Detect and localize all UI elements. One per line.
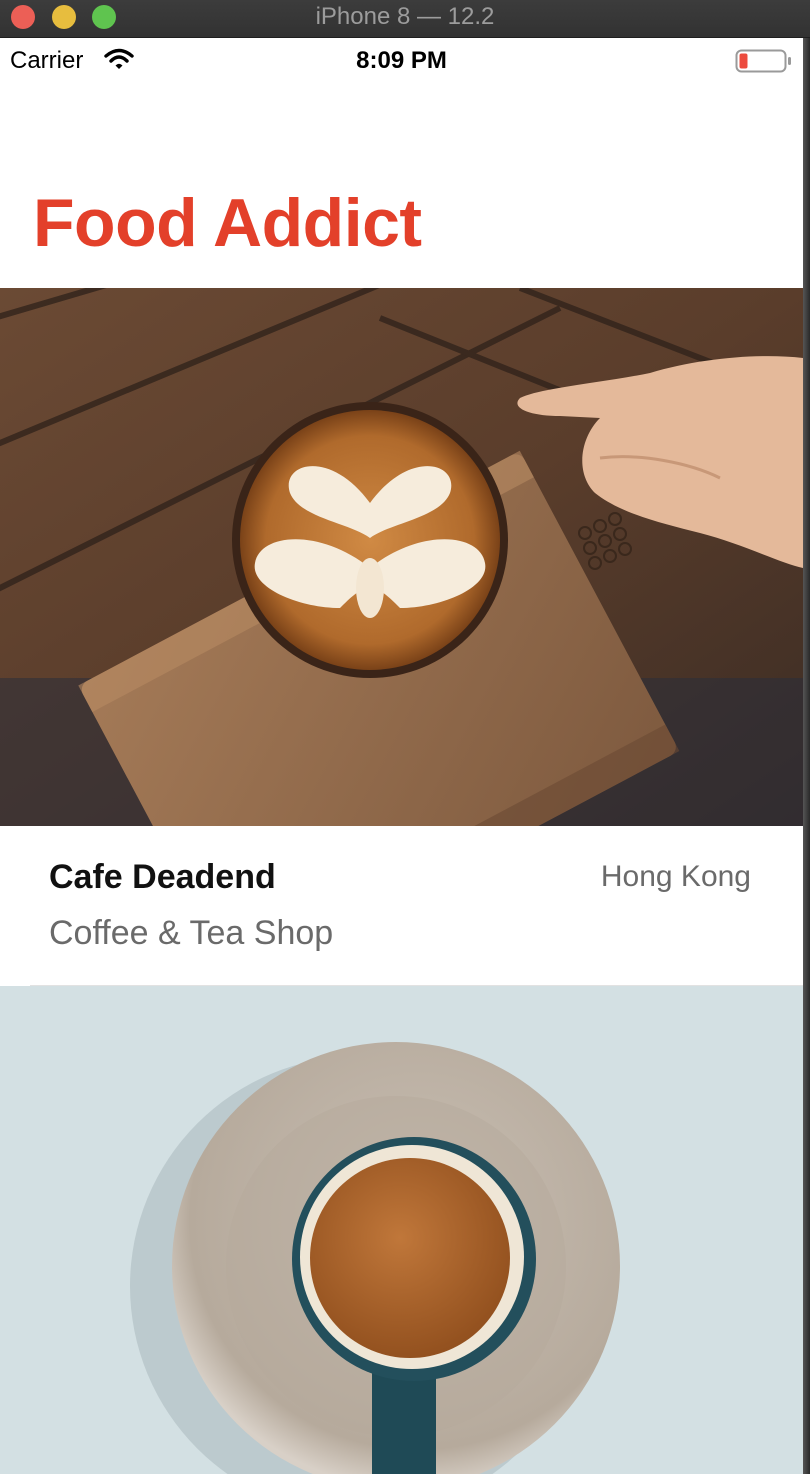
restaurant-location: Hong Kong bbox=[600, 860, 751, 893]
phone-screen: Carrier 8:09 PM Food Addict Cafe Deadend… bbox=[0, 38, 803, 1474]
window-title: iPhone 8 — 12.2 bbox=[315, 3, 495, 30]
window-titlebar: iPhone 8 — 12.2 bbox=[0, 0, 810, 38]
latte-art-photo bbox=[0, 288, 803, 826]
restaurant-photo[interactable] bbox=[0, 288, 803, 826]
status-time: 8:09 PM bbox=[356, 47, 447, 74]
simulator-window: iPhone 8 — 12.2 Carrier 8:09 PM Food Add… bbox=[0, 0, 810, 1474]
coffee-cup-photo bbox=[0, 986, 803, 1474]
battery-icon bbox=[735, 49, 791, 73]
restaurant-type: Coffee & Tea Shop bbox=[49, 914, 334, 952]
window-edge bbox=[803, 38, 810, 1474]
restaurant-card-info[interactable]: Cafe Deadend Coffee & Tea Shop Hong Kong bbox=[0, 826, 803, 985]
app-title: Food Addict bbox=[33, 185, 422, 261]
restaurant-name: Cafe Deadend bbox=[49, 858, 276, 896]
status-bar: Carrier 8:09 PM bbox=[0, 38, 803, 82]
restaurant-photo[interactable] bbox=[0, 986, 803, 1474]
